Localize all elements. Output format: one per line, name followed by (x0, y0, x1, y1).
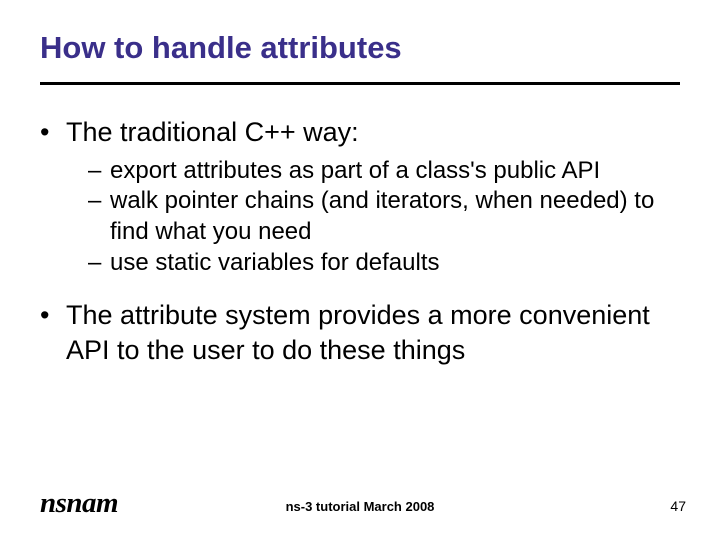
bullet-main-1: • The traditional C++ way: (40, 115, 680, 150)
bullet-sub-text: walk pointer chains (and iterators, when… (110, 187, 654, 245)
bullet-main-1-text: The traditional C++ way: (66, 117, 359, 147)
slide: How to handle attributes • The tradition… (0, 0, 720, 540)
slide-body: • The traditional C++ way: – export attr… (40, 115, 680, 374)
bullet-sub: – walk pointer chains (and iterators, wh… (88, 186, 680, 247)
sub-list-1: – export attributes as part of a class's… (40, 156, 680, 279)
bullet-main-2-text: The attribute system provides a more con… (66, 300, 650, 365)
bullet-main-2: • The attribute system provides a more c… (40, 298, 680, 367)
bullet-dash-icon: – (88, 156, 110, 187)
slide-footer: nsnam ns-3 tutorial March 2008 47 (0, 484, 720, 524)
bullet-dot-icon: • (40, 298, 66, 333)
slide-title: How to handle attributes (40, 30, 402, 66)
title-underline (40, 82, 680, 85)
bullet-dash-icon: – (88, 186, 110, 217)
bullet-sub: – export attributes as part of a class's… (88, 156, 680, 187)
bullet-sub: – use static variables for defaults (88, 248, 680, 279)
footer-caption: ns-3 tutorial March 2008 (0, 499, 720, 514)
bullet-dot-icon: • (40, 115, 66, 150)
bullet-sub-text: use static variables for defaults (110, 249, 440, 276)
bullet-sub-text: export attributes as part of a class's p… (110, 157, 600, 184)
page-number: 47 (670, 498, 686, 514)
bullet-dash-icon: – (88, 248, 110, 279)
